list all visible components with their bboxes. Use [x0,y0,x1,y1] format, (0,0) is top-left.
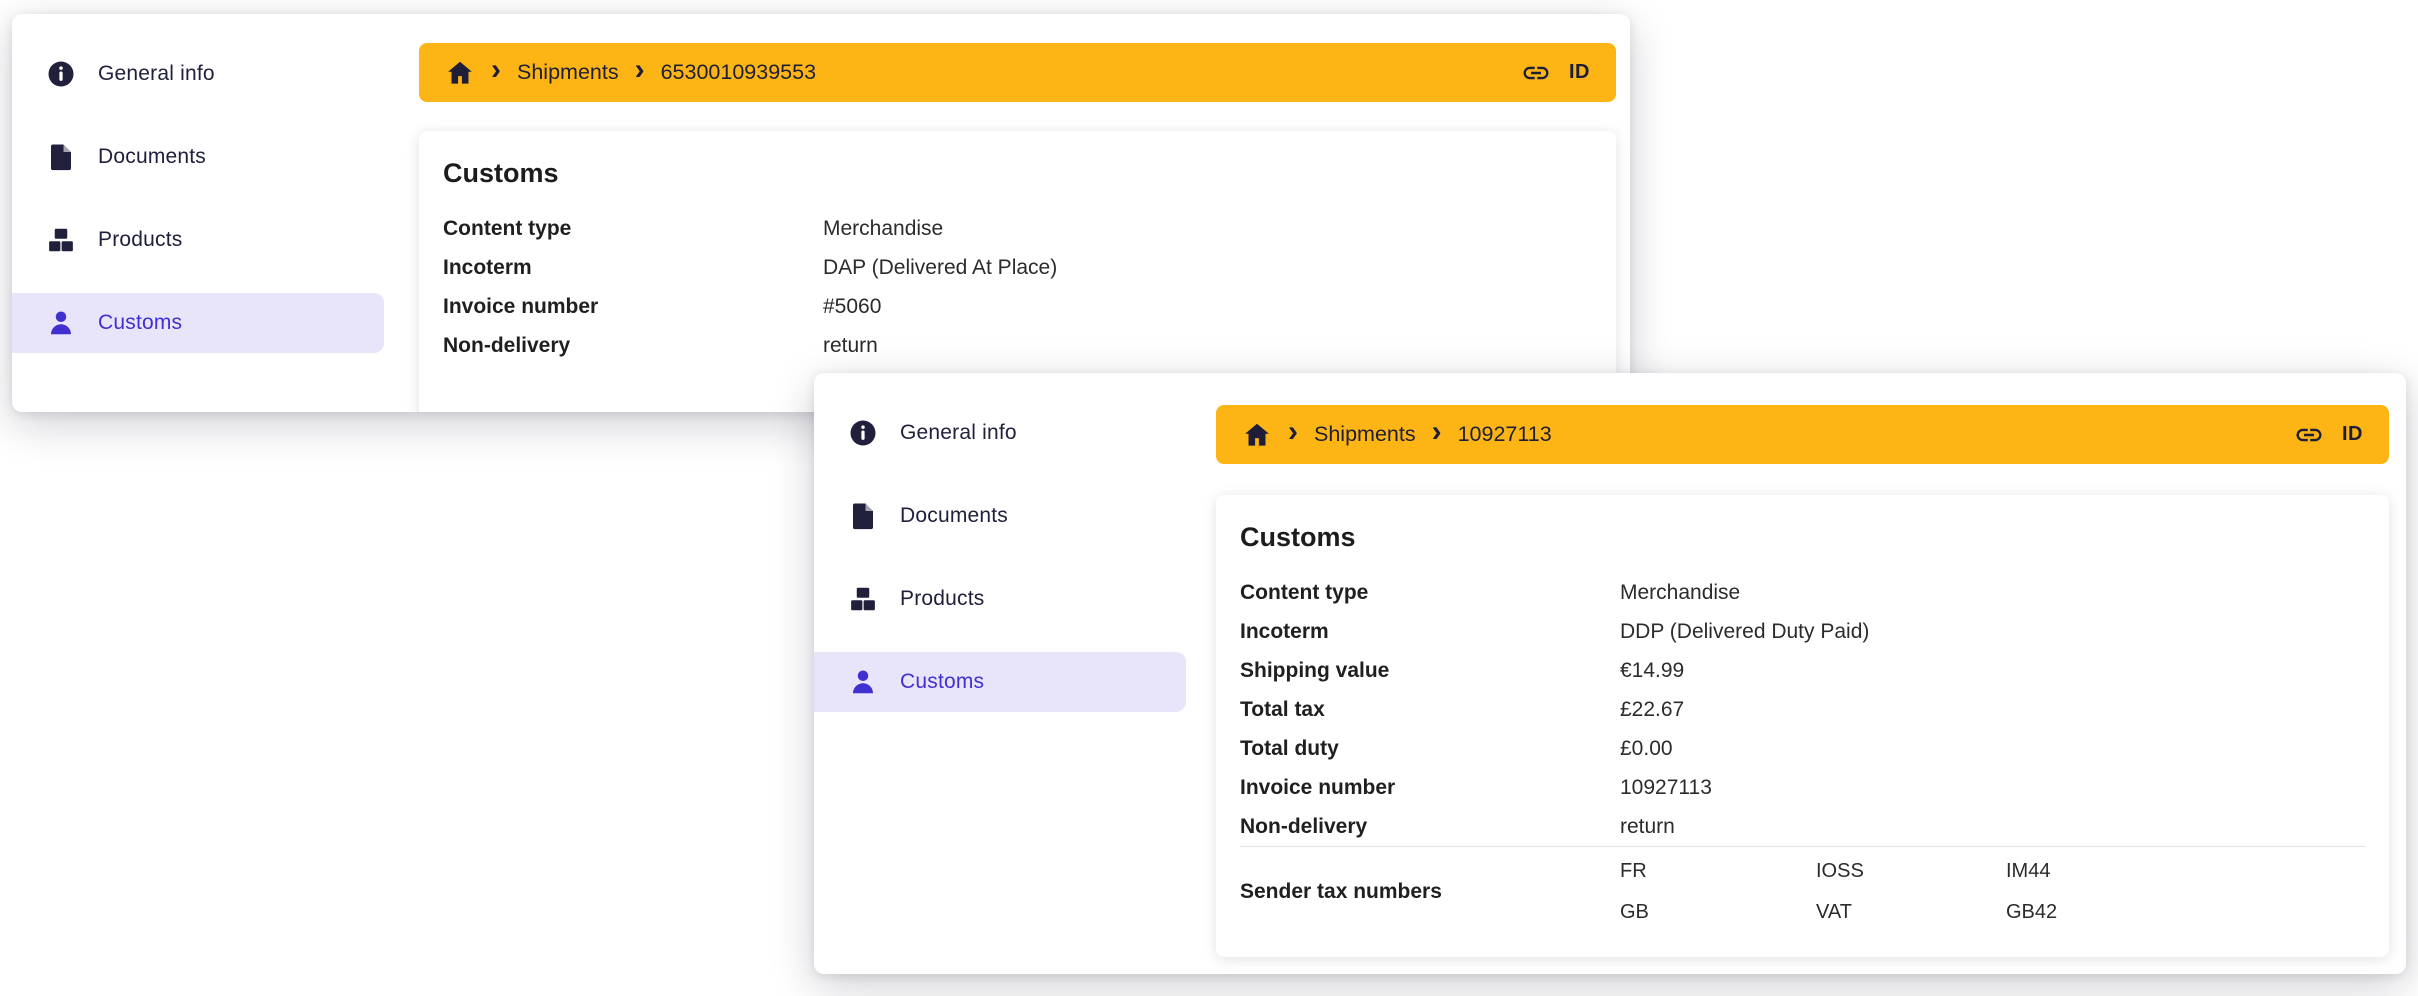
info-icon [848,418,878,448]
field-row: Invoice number #5060 [443,287,1592,326]
field-value: 10927113 [1620,776,1712,800]
chevron-right-icon: › [1432,417,1442,447]
field-row: Total tax £22.67 [1240,690,2365,729]
sidebar-item-products[interactable]: Products [12,210,384,270]
field-value: Merchandise [823,217,943,241]
field-label: Shipping value [1240,659,1620,683]
field-label: Content type [443,217,823,241]
field-label: Incoterm [443,256,823,280]
breadcrumb-shipments[interactable]: Shipments [1314,422,1416,447]
sidebar-item-label: Documents [98,145,206,169]
sidebar-item-label: Customs [98,311,182,335]
field-label: Non-delivery [1240,815,1620,839]
field-label: Invoice number [1240,776,1620,800]
sidebar: General info Documents Products Customs [814,373,1206,974]
sidebar-item-general-info[interactable]: General info [12,44,384,104]
customs-panel: Customs Content type Merchandise Incoter… [419,131,1616,412]
sidebar-item-label: Products [900,587,984,611]
tax-number-cell: IM44 [2006,855,2057,888]
breadcrumb-shipment-id: 10927113 [1458,422,1552,447]
customs-person-icon [46,308,76,338]
field-row: Incoterm DAP (Delivered At Place) [443,248,1592,287]
products-icon [848,584,878,614]
info-icon [46,59,76,89]
tax-number-cell: GB [1620,896,1816,929]
document-icon [46,142,76,172]
sidebar-item-label: General info [98,62,215,86]
field-value: Merchandise [1620,581,1740,605]
field-label: Sender tax numbers [1240,880,1620,904]
page-background: General info Documents Products Customs [0,0,2418,996]
breadcrumb-actions: ID [2294,420,2363,450]
sidebar-item-label: General info [900,421,1017,445]
copy-link-icon[interactable] [2294,420,2324,450]
field-row: Invoice number 10927113 [1240,768,2365,807]
field-value: #5060 [823,295,881,319]
shipment-window-2: General info Documents Products Customs [814,373,2406,974]
section-title: Customs [443,154,1592,192]
field-row: Content type Merchandise [443,209,1592,248]
field-label: Content type [1240,581,1620,605]
customs-panel: Customs Content type Merchandise Incoter… [1216,495,2389,957]
field-row: Non-delivery return [443,326,1592,365]
field-row: Shipping value €14.99 [1240,651,2365,690]
chevron-right-icon: › [491,55,501,85]
document-icon [848,501,878,531]
copy-id-icon[interactable]: ID [1569,61,1590,84]
sidebar-item-label: Products [98,228,182,252]
breadcrumb-shipments[interactable]: Shipments [517,60,619,85]
sidebar-item-label: Documents [900,504,1008,528]
section-title: Customs [1240,518,2365,556]
field-label: Incoterm [1240,620,1620,644]
sidebar-item-products[interactable]: Products [814,569,1186,629]
sender-tax-grid: FR IOSS IM44 GB VAT GB42 [1620,855,2057,929]
field-label: Invoice number [443,295,823,319]
home-icon[interactable] [445,58,475,88]
field-value: £0.00 [1620,737,1673,761]
field-label: Total tax [1240,698,1620,722]
breadcrumb-shipment-id: 6530010939553 [661,60,816,85]
field-value: €14.99 [1620,659,1684,683]
sidebar: General info Documents Products Customs [12,14,404,412]
copy-id-icon[interactable]: ID [2342,423,2363,446]
tax-number-cell: IOSS [1816,855,2006,888]
sidebar-item-customs[interactable]: Customs [12,293,384,353]
field-row: Incoterm DDP (Delivered Duty Paid) [1240,612,2365,651]
chevron-right-icon: › [635,55,645,85]
field-label: Non-delivery [443,334,823,358]
field-row: Total duty £0.00 [1240,729,2365,768]
breadcrumb-actions: ID [1521,58,1590,88]
tax-number-cell: VAT [1816,896,2006,929]
field-value: £22.67 [1620,698,1684,722]
sidebar-item-documents[interactable]: Documents [12,127,384,187]
shipment-window-1: General info Documents Products Customs [12,14,1630,412]
customs-person-icon [848,667,878,697]
products-icon [46,225,76,255]
breadcrumb-bar: › Shipments › 10927113 ID [1216,405,2389,464]
chevron-right-icon: › [1288,417,1298,447]
copy-link-icon[interactable] [1521,58,1551,88]
sender-tax-section: Sender tax numbers FR IOSS IM44 GB VAT G… [1240,846,2365,929]
tax-number-cell: GB42 [2006,896,2057,929]
home-icon[interactable] [1242,420,1272,450]
field-row: Content type Merchandise [1240,573,2365,612]
field-value: DAP (Delivered At Place) [823,256,1057,280]
field-value: return [823,334,878,358]
field-label: Total duty [1240,737,1620,761]
sidebar-item-general-info[interactable]: General info [814,403,1186,463]
field-value: return [1620,815,1675,839]
sidebar-item-documents[interactable]: Documents [814,486,1186,546]
field-value: DDP (Delivered Duty Paid) [1620,620,1869,644]
field-row: Non-delivery return [1240,807,2365,846]
sidebar-item-label: Customs [900,670,984,694]
tax-number-cell: FR [1620,855,1816,888]
sidebar-item-customs[interactable]: Customs [814,652,1186,712]
breadcrumb-bar: › Shipments › 6530010939553 ID [419,43,1616,102]
